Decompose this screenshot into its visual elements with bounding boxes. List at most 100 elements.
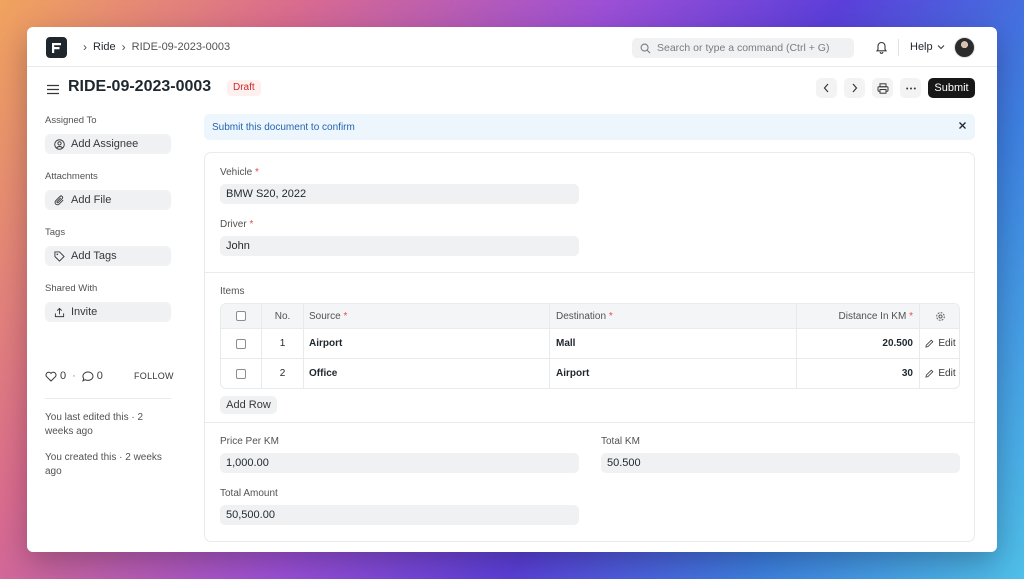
vehicle-field[interactable]: BMW S20, 2022 [220, 184, 579, 204]
page-title: RIDE-09-2023-0003 [68, 78, 212, 95]
chevron-right-icon: › [121, 40, 126, 54]
add-file-label: Add File [71, 194, 112, 206]
sidebar-toggle-button[interactable] [47, 82, 59, 100]
search-bar[interactable]: Search or type a command (Ctrl + G) [632, 38, 854, 58]
table-row[interactable]: 1 Airport Mall 20.500 Edit [221, 328, 959, 358]
breadcrumb-document[interactable]: RIDE-09-2023-0003 [132, 41, 230, 53]
row-select-cell [221, 329, 262, 358]
add-tags-label: Add Tags [71, 250, 117, 262]
paperclip-icon [54, 195, 64, 205]
follow-button[interactable]: FOLLOW [134, 371, 174, 381]
assigned-to-label: Assigned To [45, 115, 97, 126]
add-file-button[interactable]: Add File [45, 190, 171, 210]
app-logo[interactable] [46, 37, 67, 58]
row-distance[interactable]: 20.500 [797, 329, 920, 358]
row-destination[interactable]: Airport [550, 359, 797, 388]
tags-label: Tags [45, 227, 66, 238]
app-window: › Ride › RIDE-09-2023-0003 Search or typ… [27, 27, 997, 552]
more-horizontal-icon [905, 87, 916, 89]
search-icon [640, 43, 651, 53]
breadcrumb: › Ride › RIDE-09-2023-0003 [77, 40, 230, 54]
status-badge: Draft [227, 80, 261, 96]
row-edit-button[interactable]: Edit [920, 359, 959, 388]
close-icon[interactable] [958, 121, 967, 130]
like-count: 0 [60, 370, 67, 382]
items-table: No. Source * Destination * Distance In K… [220, 303, 960, 389]
share-icon [54, 307, 65, 317]
driver-label: Driver * [220, 219, 254, 230]
bell-icon [875, 41, 888, 54]
alert-message: Submit this document to confirm [212, 121, 355, 133]
breadcrumb-ride[interactable]: Ride [93, 41, 116, 53]
row-source[interactable]: Office [304, 359, 550, 388]
next-document-button[interactable] [844, 78, 865, 98]
attachments-label: Attachments [45, 171, 98, 182]
help-dropdown[interactable]: Help [910, 41, 945, 53]
pencil-icon [925, 339, 934, 348]
help-label: Help [910, 41, 933, 53]
engagement-counts: 0 · 0 [45, 370, 103, 382]
section-divider [205, 272, 974, 273]
col-no: No. [262, 304, 304, 328]
sidebar-divider [45, 398, 171, 399]
total-km-field[interactable]: 50.500 [601, 453, 960, 473]
chevron-left-icon [823, 83, 829, 93]
chevron-right-icon [852, 83, 858, 93]
total-km-label: Total KM [601, 436, 640, 447]
vehicle-label: Vehicle * [220, 167, 259, 178]
add-assignee-button[interactable]: Add Assignee [45, 134, 171, 154]
row-no: 2 [262, 359, 304, 388]
pencil-icon [925, 369, 934, 378]
user-circle-icon [54, 138, 65, 150]
driver-field[interactable]: John [220, 236, 579, 256]
col-distance: Distance In KM * [797, 304, 920, 328]
table-row[interactable]: 2 Office Airport 30 Edit [221, 358, 959, 388]
table-header: No. Source * Destination * Distance In K… [221, 304, 959, 328]
frappe-logo-icon [52, 42, 61, 53]
row-no: 1 [262, 329, 304, 358]
heart-icon[interactable] [45, 371, 57, 382]
row-destination[interactable]: Mall [550, 329, 797, 358]
row-edit-button[interactable]: Edit [920, 329, 959, 358]
invite-button[interactable]: Invite [45, 302, 171, 322]
add-tags-button[interactable]: Add Tags [45, 246, 171, 266]
items-label: Items [220, 286, 245, 297]
previous-document-button[interactable] [816, 78, 837, 98]
row-checkbox[interactable] [236, 368, 246, 379]
tag-icon [54, 250, 65, 262]
edit-label: Edit [938, 338, 956, 349]
search-placeholder: Search or type a command (Ctrl + G) [657, 42, 830, 54]
add-row-button[interactable]: Add Row [220, 396, 277, 414]
column-settings-button[interactable] [920, 304, 959, 328]
col-source: Source * [304, 304, 550, 328]
print-button[interactable] [872, 78, 893, 98]
submit-button[interactable]: Submit [928, 78, 975, 98]
total-amount-field[interactable]: 50,500.00 [220, 505, 579, 525]
last-edited-text: You last edited this · 2 weeks ago [45, 412, 144, 437]
shared-with-label: Shared With [45, 283, 98, 294]
invite-label: Invite [71, 306, 98, 318]
notifications-button[interactable] [875, 40, 888, 59]
select-all-checkbox[interactable] [236, 311, 246, 321]
total-amount-label: Total Amount [220, 488, 278, 499]
form-card: Vehicle * BMW S20, 2022 Driver * John It… [204, 152, 975, 542]
row-checkbox[interactable] [236, 338, 246, 349]
created-text: You created this · 2 weeks ago [45, 452, 162, 477]
row-source[interactable]: Airport [304, 329, 550, 358]
submit-alert: Submit this document to confirm [204, 114, 975, 140]
select-all-cell [221, 304, 262, 328]
menu-icon [47, 84, 59, 95]
col-destination: Destination * [550, 304, 797, 328]
gear-icon [936, 311, 945, 321]
printer-icon [877, 82, 888, 94]
price-per-km-label: Price Per KM [220, 436, 279, 447]
row-select-cell [221, 359, 262, 388]
user-avatar[interactable] [954, 37, 975, 58]
comment-count: 0 [96, 370, 103, 382]
more-actions-button[interactable] [900, 78, 921, 98]
row-distance[interactable]: 30 [797, 359, 920, 388]
separator-dot: · [72, 370, 76, 382]
comment-icon[interactable] [81, 370, 94, 382]
navbar: › Ride › RIDE-09-2023-0003 Search or typ… [27, 27, 997, 67]
price-per-km-field[interactable]: 1,000.00 [220, 453, 579, 473]
